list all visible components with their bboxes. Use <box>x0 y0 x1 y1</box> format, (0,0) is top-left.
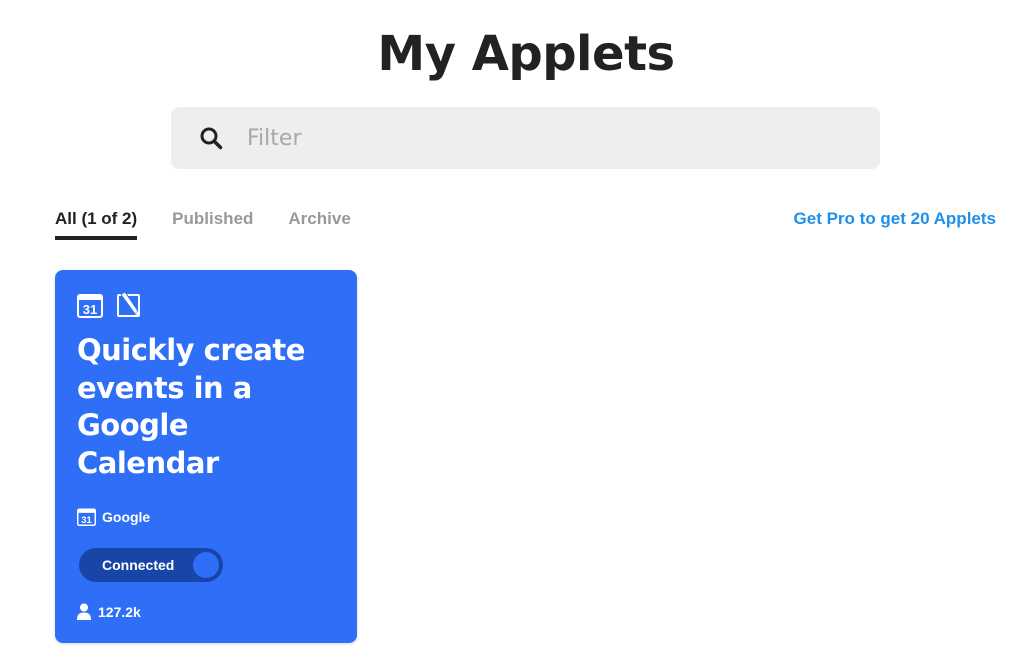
search-icon <box>200 127 223 150</box>
search-input[interactable] <box>247 107 847 169</box>
edit-note-icon <box>117 292 140 317</box>
applet-owner-name: Google <box>102 508 151 525</box>
tab-archive[interactable]: Archive <box>288 206 350 240</box>
tab-published[interactable]: Published <box>172 206 253 240</box>
applet-service-icons: 31 <box>77 292 142 318</box>
applet-user-count: 127.2k <box>77 603 141 620</box>
svg-text:31: 31 <box>81 515 92 526</box>
get-pro-link[interactable]: Get Pro to get 20 Applets <box>794 206 996 232</box>
tab-all[interactable]: All (1 of 2) <box>55 206 138 240</box>
applet-owner: 31 Google <box>77 507 150 526</box>
page-title: My Applets <box>377 26 675 82</box>
user-count-value: 127.2k <box>98 603 141 620</box>
toggle-label: Connected <box>102 557 175 573</box>
applet-title: Quickly create events in a Google Calend… <box>77 333 305 480</box>
connected-toggle[interactable]: Connected <box>79 548 223 582</box>
google-calendar-icon: 31 <box>77 508 96 526</box>
applet-tabs: All (1 of 2) Published Archive <box>55 206 386 242</box>
user-icon <box>77 603 91 620</box>
google-calendar-icon: 31 <box>77 294 103 318</box>
search-bar[interactable] <box>171 107 880 169</box>
toggle-knob <box>193 552 219 578</box>
page: My Applets All (1 of 2) Published Archiv… <box>0 0 1024 661</box>
applet-card[interactable]: 31 Quickly create events in a Google Cal… <box>55 270 357 643</box>
svg-text:31: 31 <box>83 302 97 317</box>
